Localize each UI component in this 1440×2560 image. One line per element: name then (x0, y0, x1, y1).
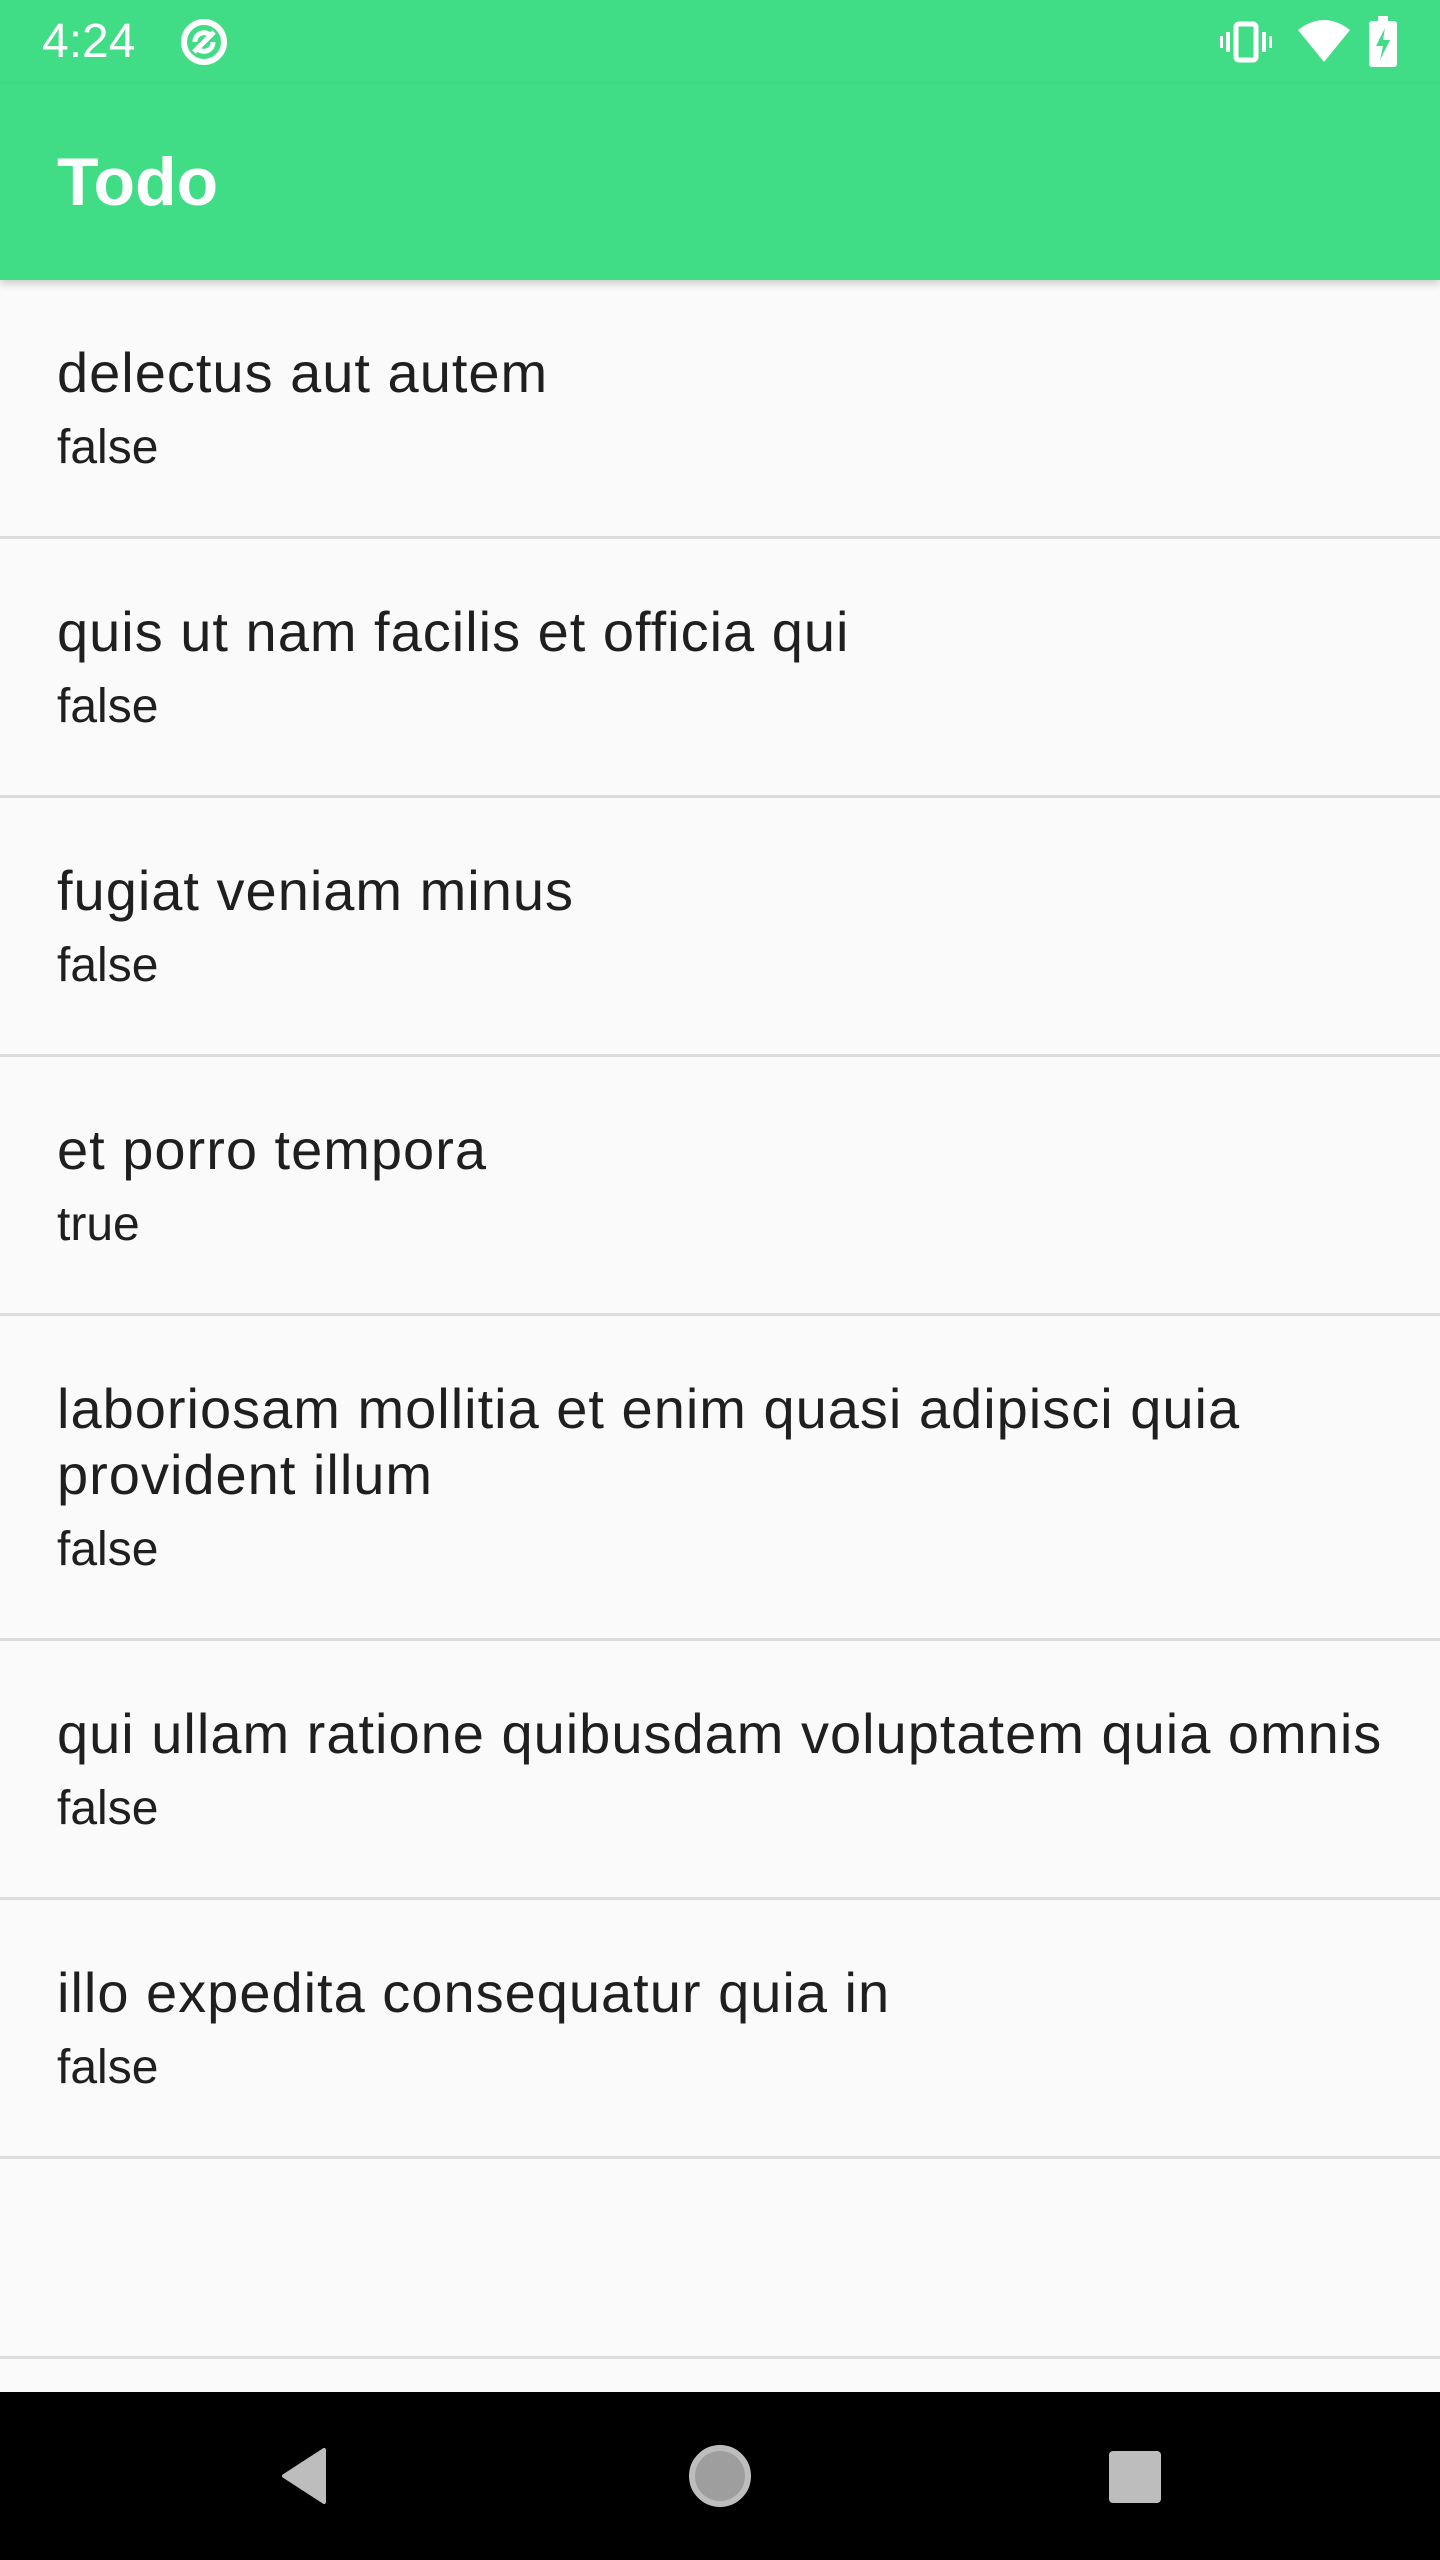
vibrate-icon (1220, 16, 1272, 68)
list-item[interactable]: delectus aut autem false (0, 280, 1440, 539)
todo-title: laboriosam mollitia et enim quasi adipis… (57, 1377, 1241, 1506)
todo-completed-status: true (57, 1198, 140, 1251)
screen: 4:24 Todo delectus aut autem false quis … (0, 0, 1440, 2560)
todo-completed-status: false (57, 1523, 159, 1576)
sync-icon (178, 16, 230, 68)
todo-title: fugiat veniam minus (57, 859, 575, 922)
app-bar: Todo (0, 84, 1440, 280)
list-item[interactable]: fugiat veniam minus false (0, 798, 1440, 1057)
todo-title: et porro tempora (57, 1118, 487, 1181)
recents-icon[interactable] (1050, 2392, 1218, 2560)
todo-title: quis ut nam facilis et officia qui (57, 600, 850, 663)
battery-charging-icon (1368, 16, 1420, 68)
wifi-icon (1296, 16, 1350, 68)
home-icon[interactable] (636, 2392, 804, 2560)
back-icon[interactable] (216, 2392, 384, 2560)
todo-list[interactable]: delectus aut autem false quis ut nam fac… (0, 280, 1440, 2392)
todo-title: qui ullam ratione quibusdam voluptatem q… (57, 1702, 1383, 1765)
todo-completed-status: false (57, 939, 159, 992)
todo-title: illo expedita consequatur quia in (57, 1961, 891, 2024)
todo-completed-status: false (57, 421, 159, 474)
navigation-bar (0, 2392, 1440, 2560)
todo-completed-status: false (57, 2041, 159, 2094)
list-item-partial[interactable] (0, 2159, 1440, 2359)
list-item[interactable]: qui ullam ratione quibusdam voluptatem q… (0, 1641, 1440, 1900)
list-item[interactable]: illo expedita consequatur quia in false (0, 1900, 1440, 2159)
list-item[interactable]: laboriosam mollitia et enim quasi adipis… (0, 1316, 1440, 1641)
list-item[interactable]: et porro tempora true (0, 1057, 1440, 1316)
todo-completed-status: false (57, 1782, 159, 1835)
status-bar: 4:24 (0, 0, 1440, 84)
list-item[interactable]: quis ut nam facilis et officia qui false (0, 539, 1440, 798)
status-time: 4:24 (42, 15, 136, 68)
todo-title: delectus aut autem (57, 341, 549, 404)
todo-completed-status: false (57, 680, 159, 733)
app-title: Todo (57, 144, 219, 220)
